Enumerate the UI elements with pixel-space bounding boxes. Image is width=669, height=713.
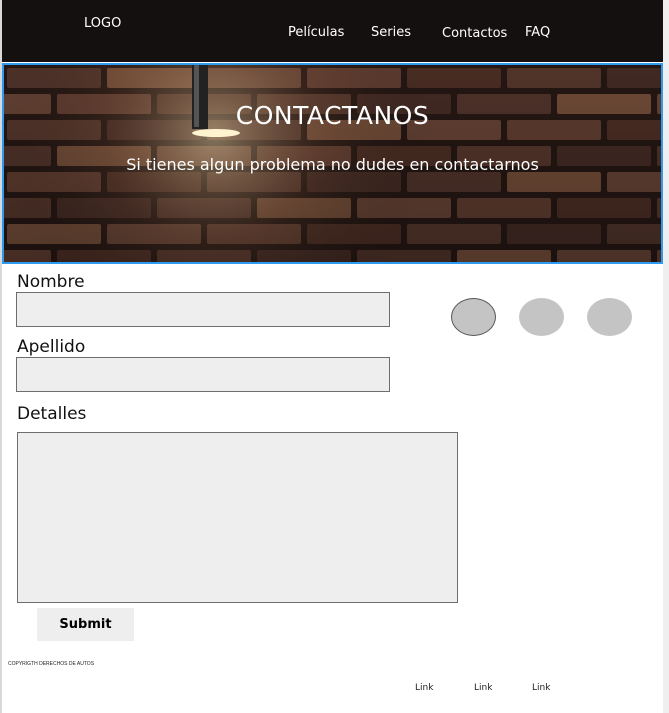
submit-button[interactable]: Submit <box>37 608 134 641</box>
site-header: LOGO Películas Series Contactos FAQ <box>2 0 663 62</box>
social-icon-3[interactable] <box>587 298 632 336</box>
nav-peliculas[interactable]: Películas <box>288 25 344 40</box>
nombre-input[interactable] <box>16 292 390 327</box>
hero-subtitle: Si tienes algun problema no dudes en con… <box>126 155 539 174</box>
lamp-light <box>192 129 240 137</box>
social-icon-2[interactable] <box>519 298 564 336</box>
copyright-text: COPYRIGTH DERECHOS DE AUTOS <box>8 661 95 667</box>
social-icon-1[interactable] <box>451 298 496 336</box>
nombre-label: Nombre <box>17 272 85 292</box>
page-border-right <box>663 0 669 713</box>
apellido-label: Apellido <box>17 337 86 357</box>
detalles-textarea[interactable] <box>17 432 458 603</box>
nav-contactos[interactable]: Contactos <box>442 26 507 41</box>
nav-faq[interactable]: FAQ <box>525 25 550 40</box>
nav-series[interactable]: Series <box>371 25 411 40</box>
detalles-label: Detalles <box>17 404 87 424</box>
footer-link-1[interactable]: Link <box>415 683 433 693</box>
logo[interactable]: LOGO <box>84 16 121 31</box>
footer-link-2[interactable]: Link <box>474 683 492 693</box>
hero-title: CONTACTANOS <box>235 101 430 130</box>
footer-link-3[interactable]: Link <box>532 683 550 693</box>
apellido-input[interactable] <box>16 357 390 392</box>
hero-banner: CONTACTANOS Si tienes algun problema no … <box>2 63 663 264</box>
